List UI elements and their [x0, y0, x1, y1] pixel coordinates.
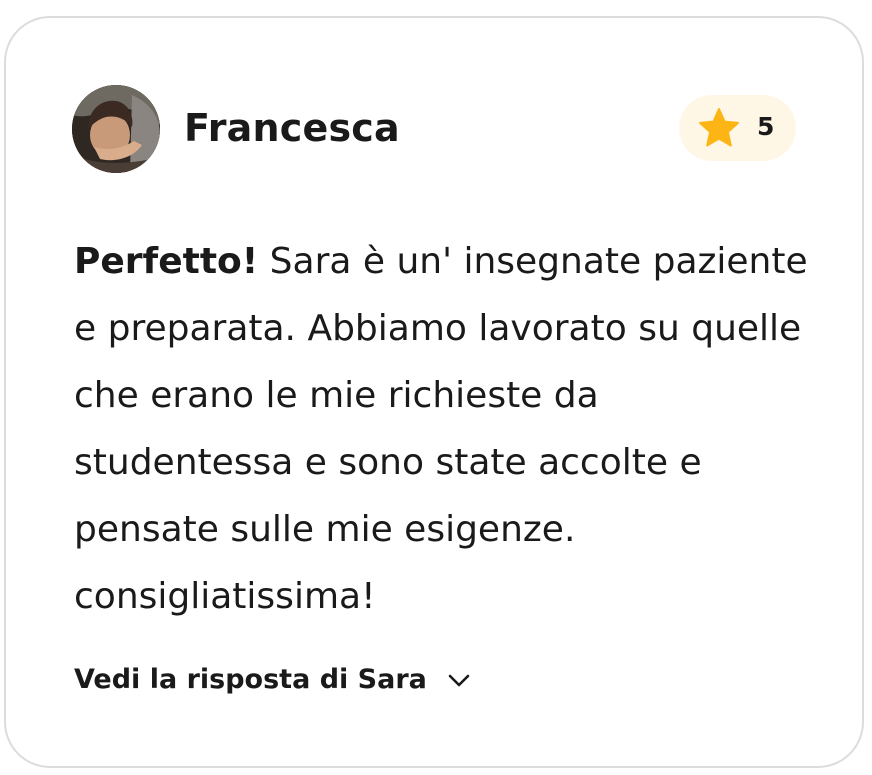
- review-text: Perfetto! Sara è un' insegnate paziente …: [74, 228, 814, 630]
- review-headline: Perfetto!: [74, 241, 259, 282]
- rating-badge: 5: [679, 95, 796, 161]
- review-card: Francesca 5 Perfetto! Sara è un' insegna…: [4, 16, 864, 768]
- avatar-photo: [72, 85, 160, 173]
- chevron-down-icon: [448, 674, 470, 687]
- avatar: [72, 85, 160, 173]
- review-body: Sara è un' insegnate paziente e preparat…: [74, 241, 808, 617]
- review-header: Francesca 5: [72, 84, 798, 174]
- reviewer-name: Francesca: [184, 106, 400, 150]
- view-reply-button[interactable]: Vedi la risposta di Sara: [74, 658, 473, 702]
- rating-value: 5: [757, 112, 775, 141]
- view-reply-label: Vedi la risposta di Sara: [74, 664, 427, 695]
- star-icon: [699, 108, 739, 147]
